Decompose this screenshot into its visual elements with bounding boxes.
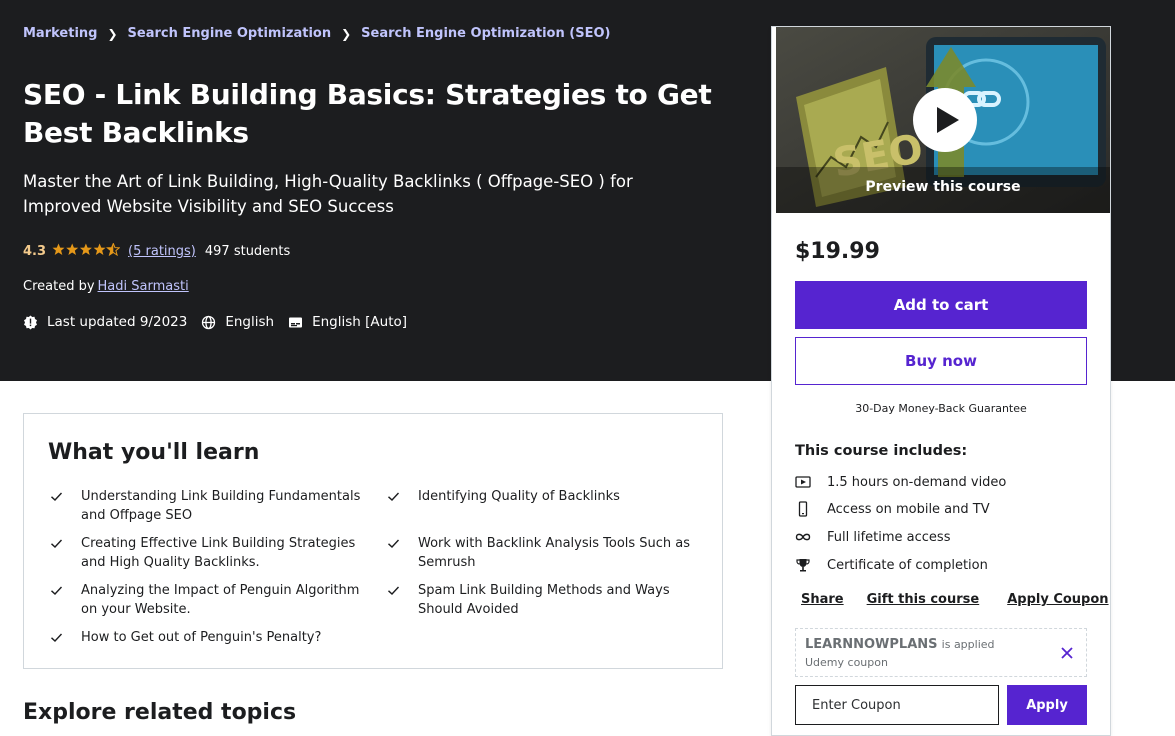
gift-course-link[interactable]: Gift this course <box>867 592 980 607</box>
play-button[interactable] <box>913 88 977 152</box>
learn-item: Understanding Link Building Fundamentals… <box>50 487 365 525</box>
purchase-sidebar: SEO Preview this course $19.99 Add to ca… <box>771 26 1111 736</box>
breadcrumb: Marketing ❯ Search Engine Optimization ❯… <box>23 26 610 41</box>
learn-item-text: Understanding Link Building Fundamentals… <box>81 489 361 523</box>
learn-item-text: Spam Link Building Methods and Ways Shou… <box>418 583 670 617</box>
course-title: SEO - Link Building Basics: Strategies t… <box>23 78 712 149</box>
learn-item: How to Get out of Penguin's Penalty? <box>50 628 365 647</box>
coupon-code: LEARNNOWPLANS <box>805 637 938 652</box>
rating-value: 4.3 <box>23 244 47 259</box>
last-updated: Last updated 9/2023 <box>23 314 187 330</box>
trophy-icon <box>796 559 810 572</box>
last-updated-text: Last updated 9/2023 <box>47 314 188 330</box>
learn-item-text: Analyzing the Impact of Penguin Algorith… <box>81 583 360 617</box>
include-item: Access on mobile and TV <box>795 501 990 517</box>
include-item-label: Certificate of completion <box>827 557 988 573</box>
captions: English [Auto] <box>288 314 407 330</box>
alert-badge-icon <box>23 315 38 330</box>
learn-item-text: Identifying Quality of Backlinks <box>418 489 620 504</box>
breadcrumb-seo-topic[interactable]: Search Engine Optimization (SEO) <box>361 26 610 41</box>
language: English <box>201 314 274 330</box>
add-to-cart-button[interactable]: Add to cart <box>795 281 1087 329</box>
learn-item: Identifying Quality of Backlinks <box>387 487 702 506</box>
learn-item: Analyzing the Impact of Penguin Algorith… <box>50 581 365 619</box>
share-link[interactable]: Share <box>801 592 844 607</box>
learn-item-text: Work with Backlink Analysis Tools Such a… <box>418 536 691 570</box>
closed-captions-icon <box>288 315 303 330</box>
remove-coupon-close-icon[interactable] <box>1060 646 1074 660</box>
coupon-input[interactable] <box>795 685 999 725</box>
coupon-source: Udemy coupon <box>805 656 888 669</box>
infinity-icon <box>795 533 811 541</box>
coupon-applied-label: is applied <box>941 638 995 651</box>
chevron-right-icon: ❯ <box>107 26 118 41</box>
created-by: Created by Hadi Sarmasti <box>23 279 189 294</box>
apply-coupon-link[interactable]: Apply Coupon <box>1007 592 1108 607</box>
course-meta: Last updated 9/2023 English English [Aut… <box>23 314 421 330</box>
rating-row: 4.3 (5 ratings) 497 students <box>23 242 291 260</box>
checkmark-icon <box>388 539 400 548</box>
applied-coupon: LEARNNOWPLANS is applied Udemy coupon <box>795 628 1087 677</box>
includes-title: This course includes: <box>795 443 968 459</box>
learn-item: Spam Link Building Methods and Ways Shou… <box>387 581 702 619</box>
course-price: $19.99 <box>795 239 880 264</box>
learn-item: Creating Effective Link Building Strateg… <box>50 534 365 572</box>
apply-coupon-button[interactable]: Apply <box>1007 685 1087 725</box>
buy-now-button[interactable]: Buy now <box>795 337 1087 385</box>
captions-text: English [Auto] <box>312 314 408 330</box>
students-count: 497 students <box>204 244 291 259</box>
created-by-label: Created by <box>23 279 95 294</box>
sidebar-actions: Share Gift this course Apply Coupon <box>801 592 1109 607</box>
include-item-label: Full lifetime access <box>827 529 951 545</box>
include-item: 1.5 hours on-demand video <box>795 474 1006 490</box>
checkmark-icon <box>51 492 63 501</box>
explore-topics-title: Explore related topics <box>23 700 297 725</box>
include-item-label: 1.5 hours on-demand video <box>827 474 1007 490</box>
mobile-icon <box>798 501 808 517</box>
checkmark-icon <box>388 492 400 501</box>
include-item: Full lifetime access <box>795 529 950 545</box>
language-text: English <box>225 314 275 330</box>
learn-item: Work with Backlink Analysis Tools Such a… <box>387 534 702 572</box>
ratings-count-link[interactable]: (5 ratings) <box>128 244 196 259</box>
preview-label: Preview this course <box>865 179 1021 195</box>
play-icon <box>937 107 959 133</box>
applied-coupon-text: LEARNNOWPLANS is applied <box>805 637 995 652</box>
what-you-learn-title: What you'll learn <box>48 440 260 465</box>
chevron-right-icon: ❯ <box>341 26 352 41</box>
checkmark-icon <box>51 633 63 642</box>
course-preview[interactable]: SEO Preview this course <box>776 27 1110 213</box>
what-you-learn-box: What you'll learn Understanding Link Bui… <box>23 413 723 669</box>
star-rating-icon <box>52 242 121 260</box>
instructor-link[interactable]: Hadi Sarmasti <box>98 279 189 294</box>
breadcrumb-seo-category[interactable]: Search Engine Optimization <box>128 26 332 41</box>
course-subtitle: Master the Art of Link Building, High-Qu… <box>23 172 633 216</box>
checkmark-icon <box>388 586 400 595</box>
checkmark-icon <box>51 586 63 595</box>
breadcrumb-marketing[interactable]: Marketing <box>23 26 97 41</box>
learn-item-text: How to Get out of Penguin's Penalty? <box>81 630 322 645</box>
include-item-label: Access on mobile and TV <box>827 501 990 517</box>
checkmark-icon <box>51 539 63 548</box>
globe-icon <box>201 315 216 330</box>
money-back-guarantee: 30-Day Money-Back Guarantee <box>855 402 1027 415</box>
include-item: Certificate of completion <box>795 557 988 573</box>
learn-item-text: Creating Effective Link Building Strateg… <box>81 536 356 570</box>
video-icon <box>795 476 811 488</box>
